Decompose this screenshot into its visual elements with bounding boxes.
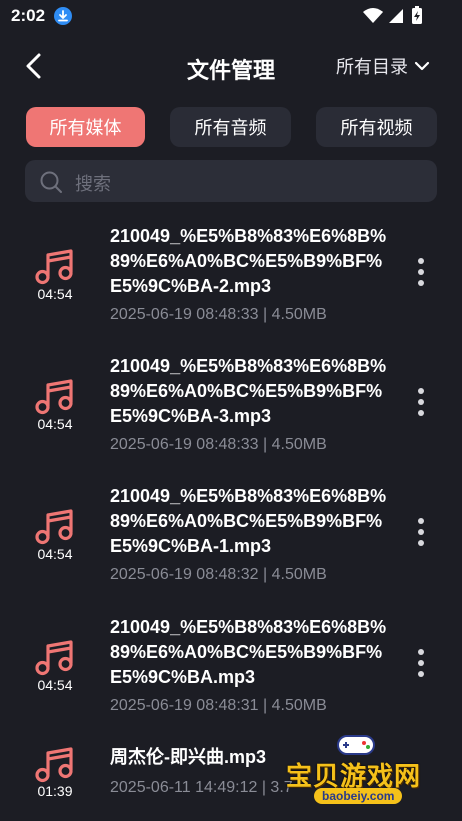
file-name: 210049_%E5%B8%83%E6%8B%89%E6%A0%BC%E5%B9… <box>110 226 387 296</box>
music-note-icon <box>35 249 73 285</box>
music-note-icon <box>35 747 73 783</box>
list-item[interactable]: 04:54 210049_%E5%B8%83%E6%8B%89%E6%A0%BC… <box>0 352 462 462</box>
list-item[interactable]: 04:54 210049_%E5%B8%83%E6%8B%89%E6%A0%BC… <box>0 482 462 592</box>
watermark-logo: 宝贝游戏网 baobeiy.com <box>286 730 436 820</box>
search-icon <box>40 171 62 193</box>
tab-all-audio[interactable]: 所有音频 <box>170 107 291 147</box>
tab-label: 所有音频 <box>194 118 267 138</box>
search-input[interactable]: 搜索 <box>25 160 437 202</box>
file-meta: 2025-06-19 08:48:32 | 4.50MB <box>110 566 327 583</box>
file-meta: 2025-06-19 08:48:33 | 4.50MB <box>110 436 327 453</box>
tab-label: 所有媒体 <box>49 118 122 138</box>
music-note-icon <box>35 509 73 545</box>
more-options-icon[interactable] <box>413 649 429 683</box>
gamepad-icon <box>337 735 375 755</box>
more-options-icon[interactable] <box>413 258 429 292</box>
music-note-icon <box>35 640 73 676</box>
download-icon <box>54 7 72 25</box>
status-time: 2:02 <box>11 6 46 25</box>
file-name: 210049_%E5%B8%83%E6%8B%89%E6%A0%BC%E5%B9… <box>110 617 387 687</box>
signal-icon <box>389 9 403 23</box>
directory-dropdown[interactable]: 所有目录 <box>336 53 430 79</box>
tab-all-video[interactable]: 所有视频 <box>316 107 437 147</box>
tab-label: 所有视频 <box>340 118 413 138</box>
tab-all-media[interactable]: 所有媒体 <box>26 107 145 147</box>
file-name: 210049_%E5%B8%83%E6%8B%89%E6%A0%BC%E5%B9… <box>110 356 387 426</box>
list-item[interactable]: 04:54 210049_%E5%B8%83%E6%8B%89%E6%A0%BC… <box>0 613 462 723</box>
search-placeholder: 搜索 <box>75 174 111 194</box>
duration-label: 04:54 <box>37 286 73 302</box>
duration-label: 04:54 <box>37 546 73 562</box>
file-name: 210049_%E5%B8%83%E6%8B%89%E6%A0%BC%E5%B9… <box>110 486 387 556</box>
music-note-icon <box>35 379 73 415</box>
duration-label: 01:39 <box>37 783 73 799</box>
battery-icon <box>412 6 422 24</box>
more-options-icon[interactable] <box>413 518 429 552</box>
wifi-icon <box>363 8 383 23</box>
filter-tabs: 所有媒体 所有音频 所有视频 <box>0 107 462 147</box>
status-bar: 2:02 <box>0 0 462 32</box>
chevron-down-icon <box>414 61 430 71</box>
status-icons <box>362 6 430 31</box>
duration-label: 04:54 <box>37 677 73 693</box>
file-meta: 2025-06-19 08:48:33 | 4.50MB <box>110 306 327 323</box>
file-meta: 2025-06-19 08:48:31 | 4.50MB <box>110 697 327 714</box>
duration-label: 04:54 <box>37 416 73 432</box>
more-options-icon[interactable] <box>413 388 429 422</box>
header: 文件管理 所有目录 <box>0 40 462 92</box>
list-item[interactable]: 04:54 210049_%E5%B8%83%E6%8B%89%E6%A0%BC… <box>0 222 462 332</box>
file-meta: 2025-06-11 14:49:12 | 3.7 <box>110 779 293 796</box>
watermark-url: baobeiy.com <box>314 788 403 804</box>
directory-label: 所有目录 <box>336 57 408 77</box>
